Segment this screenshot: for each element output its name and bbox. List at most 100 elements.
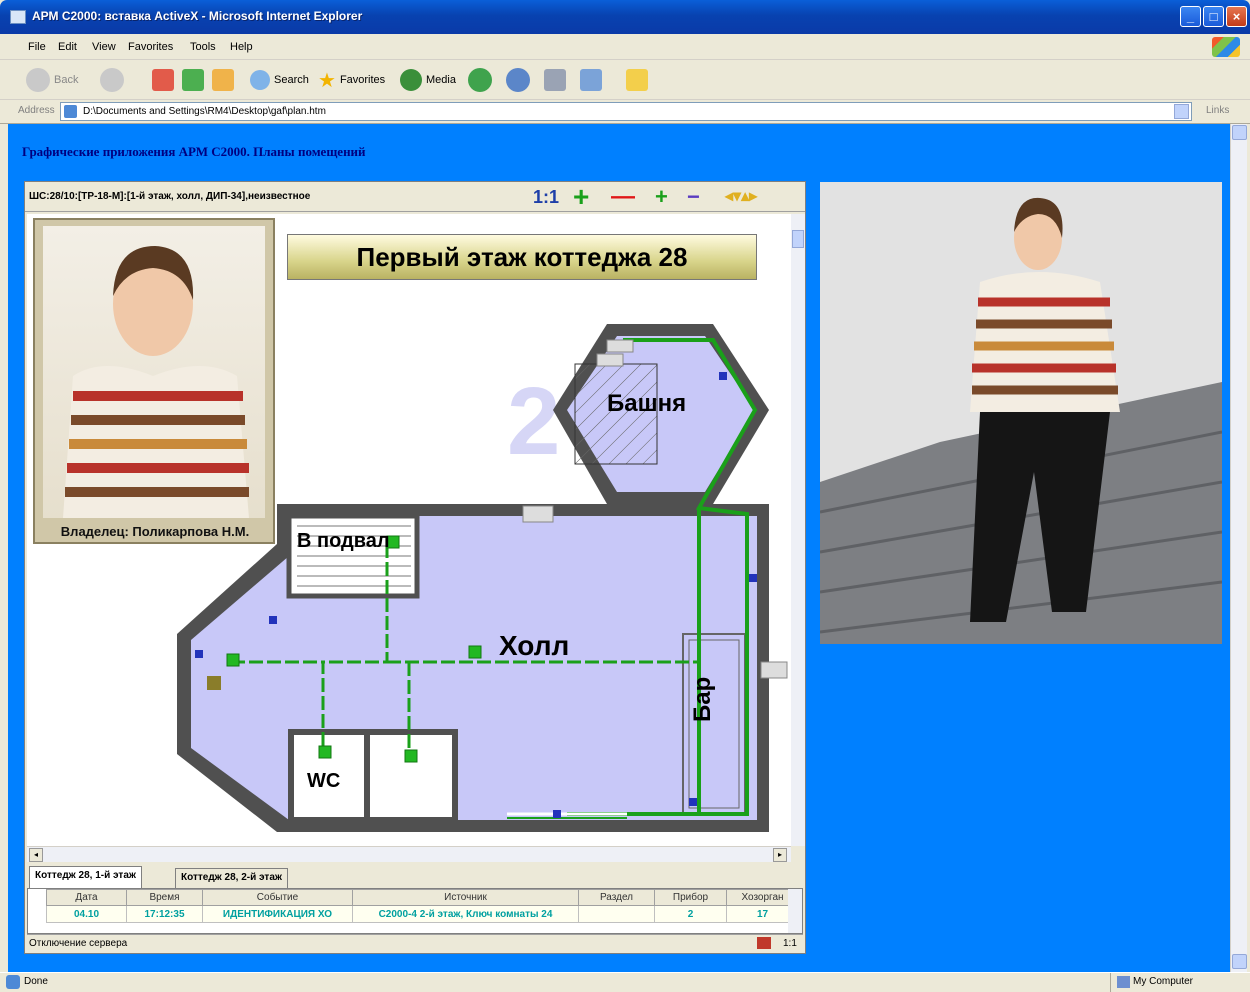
page-icon <box>64 105 77 118</box>
favorites-label: Favorites <box>339 74 386 86</box>
owner-portrait-image <box>63 246 249 518</box>
menu-bar: File Edit View Favorites Tools Help <box>0 34 1250 60</box>
windows-logo-icon <box>1212 37 1240 57</box>
title-bar: АРМ С2000: вставка ActiveX - Microsoft I… <box>0 0 1250 34</box>
cell-section <box>578 905 655 923</box>
refresh-button[interactable] <box>182 66 204 94</box>
links-button[interactable]: Links <box>1206 105 1229 116</box>
close-button[interactable]: × <box>1226 6 1247 27</box>
floor-plan-canvas[interactable]: 2 Владелец: Поликарпова Н.М. Первый этаж… <box>27 214 791 846</box>
col-event[interactable]: Событие <box>202 889 353 906</box>
scroll-left-arrow-icon[interactable]: ◂ <box>29 848 43 862</box>
folder-button[interactable] <box>626 66 648 94</box>
page-heading: Графические приложения АРМ С2000. Планы … <box>22 144 366 159</box>
table-row[interactable]: 04.10 17:12:35 ИДЕНТИФИКАЦИЯ ХО С2000-4 … <box>46 905 799 923</box>
print-button[interactable] <box>544 66 566 94</box>
history-button[interactable] <box>468 66 492 94</box>
zoom-minus-button[interactable]: — <box>611 185 635 209</box>
forward-button[interactable] <box>100 66 124 94</box>
col-source[interactable]: Источник <box>352 889 579 906</box>
ie-app-icon <box>10 10 26 24</box>
scroll-right-arrow-icon[interactable]: ▸ <box>773 848 787 862</box>
scroll-down-arrow-icon[interactable] <box>1232 954 1247 969</box>
menu-view[interactable]: View <box>92 41 116 53</box>
col-section[interactable]: Раздел <box>578 889 655 906</box>
zoom-out-icon[interactable]: − <box>687 185 700 209</box>
col-device[interactable]: Прибор <box>654 889 727 906</box>
events-scrollbar[interactable] <box>788 889 802 933</box>
page-vertical-scrollbar[interactable] <box>1230 124 1247 972</box>
plan-state-text: ШС:28/10:[ТР-18-М]:[1-й этаж, холл, ДИП-… <box>29 191 311 202</box>
menu-help[interactable]: Help <box>230 41 253 53</box>
navigate-arrows-icon[interactable]: ◂▾▴▸ <box>725 185 757 209</box>
owner-caption: Владелец: Поликарпова Н.М. <box>60 524 250 539</box>
plan-title: Первый этаж коттеджа 28 <box>287 234 757 280</box>
plan-horizontal-scrollbar[interactable]: ◂ ▸ <box>27 846 791 862</box>
room-label-basement: В подвал <box>297 530 390 552</box>
col-time[interactable]: Время <box>126 889 203 906</box>
edit-icon <box>580 69 602 91</box>
address-dropdown-button[interactable] <box>1174 104 1189 119</box>
zoom-one-to-one-button[interactable]: 1:1 <box>533 185 559 209</box>
address-bar: Address D:\Documents and Settings\RM4\De… <box>0 100 1250 124</box>
forward-arrow-icon <box>100 68 124 92</box>
event-counter: 1:1 <box>783 938 797 949</box>
tab-floor-2[interactable]: Коттедж 28, 2-й этаж <box>175 868 288 888</box>
zone-label: My Computer <box>1133 976 1194 987</box>
browser-window: АРМ С2000: вставка ActiveX - Microsoft I… <box>0 0 1250 992</box>
security-zone: My Computer <box>1110 973 1250 992</box>
camera-image <box>820 182 1222 644</box>
window-title: АРМ С2000: вставка ActiveX - Microsoft I… <box>32 9 363 23</box>
maximize-button[interactable]: □ <box>1203 6 1224 27</box>
back-arrow-icon <box>26 68 50 92</box>
cell-source: С2000-4 2-й этаж, Ключ комнаты 24 <box>352 905 579 923</box>
plan-vertical-scrollbar[interactable] <box>791 214 805 846</box>
camera-view <box>820 182 1222 644</box>
cell-device: 2 <box>654 905 727 923</box>
cell-date: 04.10 <box>46 905 127 923</box>
edit-button[interactable] <box>580 66 602 94</box>
menu-edit[interactable]: Edit <box>58 41 77 53</box>
toolbar: Back Search ★ Favorites Media <box>0 60 1250 100</box>
cell-event: ИДЕНТИФИКАЦИЯ ХО <box>202 905 353 923</box>
media-label: Media <box>426 74 456 86</box>
owner-photo <box>43 226 265 518</box>
home-icon <box>212 69 234 91</box>
zoom-plus-button[interactable]: + <box>573 183 589 211</box>
room-label-wc: WC <box>307 770 341 792</box>
floor-tabs: Коттедж 28, 1-й этаж Коттедж 28, 2-й эта… <box>27 866 803 888</box>
search-button[interactable]: Search <box>250 66 309 94</box>
mail-button[interactable] <box>506 66 530 94</box>
plan-activex-panel: ШС:28/10:[ТР-18-М]:[1-й этаж, холл, ДИП-… <box>24 181 806 954</box>
favorites-button[interactable]: ★ Favorites <box>318 66 385 94</box>
address-input[interactable]: D:\Documents and Settings\RM4\Desktop\ga… <box>60 102 1192 121</box>
status-text: Done <box>24 976 48 987</box>
status-bar: Done My Computer <box>0 972 1250 992</box>
plan-scroll-thumb[interactable] <box>792 230 804 248</box>
print-icon <box>544 69 566 91</box>
zoom-in-icon[interactable]: + <box>655 185 668 209</box>
tab-floor-1[interactable]: Коттедж 28, 1-й этаж <box>29 866 142 888</box>
stop-button[interactable] <box>152 66 174 94</box>
menu-file[interactable]: File <box>28 41 46 53</box>
page-done-icon <box>6 975 20 989</box>
alarm-icon <box>757 937 771 949</box>
menu-favorites[interactable]: Favorites <box>128 41 173 53</box>
stop-icon <box>152 69 174 91</box>
floor-number-watermark: 2 <box>507 368 560 475</box>
home-button[interactable] <box>212 66 234 94</box>
room-label-tower: Башня <box>607 390 687 417</box>
room-label-bar: Бар <box>689 676 716 722</box>
back-button[interactable]: Back <box>26 66 78 94</box>
mail-icon <box>506 68 530 92</box>
scroll-up-arrow-icon[interactable] <box>1232 125 1247 140</box>
media-icon <box>400 69 422 91</box>
minimize-button[interactable]: _ <box>1180 6 1201 27</box>
col-date[interactable]: Дата <box>46 889 127 906</box>
room-label-hall: Холл <box>499 630 570 661</box>
menu-tools[interactable]: Tools <box>190 41 216 53</box>
history-icon <box>468 68 492 92</box>
plan-header: ШС:28/10:[ТР-18-М]:[1-й этаж, холл, ДИП-… <box>25 182 805 212</box>
media-button[interactable]: Media <box>400 66 456 94</box>
search-label: Search <box>274 74 309 86</box>
